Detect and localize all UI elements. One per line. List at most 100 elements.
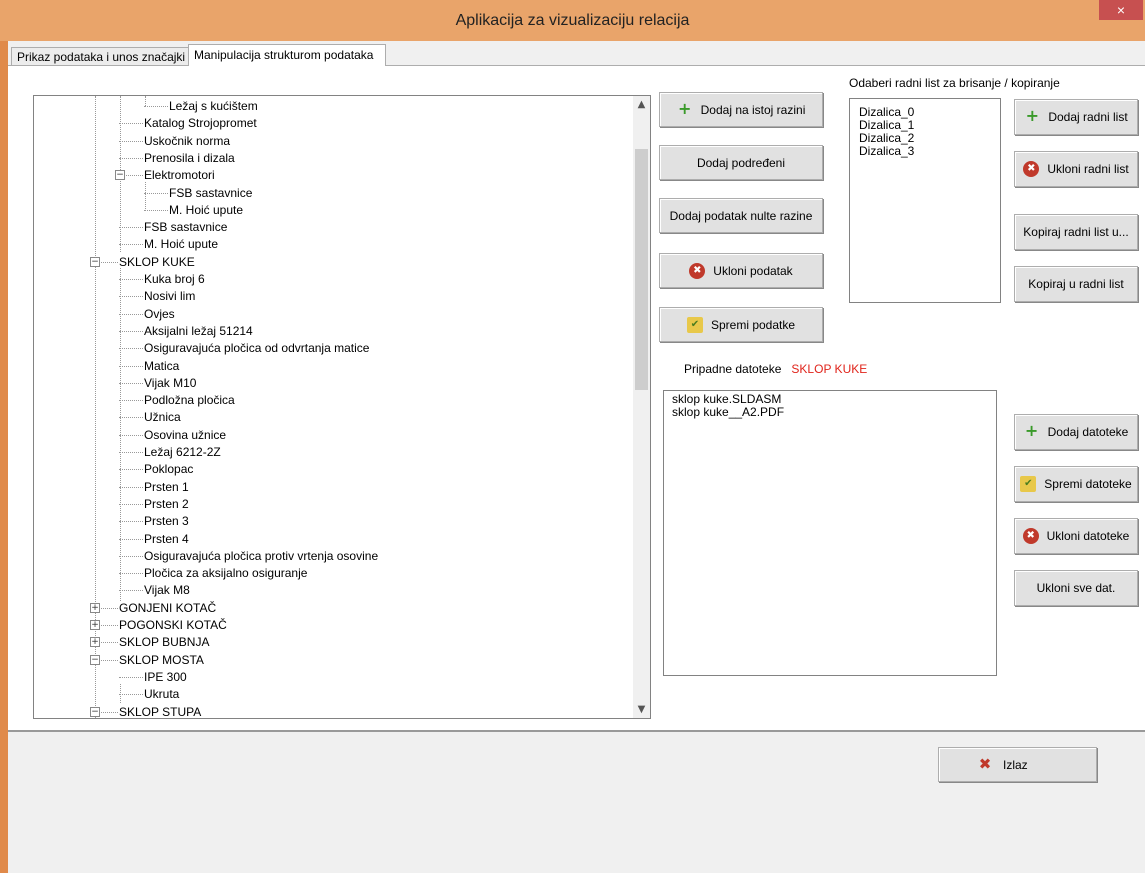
copy-into-worksheet-label: Kopiraj u radni list: [1028, 277, 1124, 291]
file-item[interactable]: sklop kuke__A2.PDF: [664, 406, 996, 419]
tree-node[interactable]: GONJENI KOTAČ: [119, 600, 216, 617]
tree-node[interactable]: Prsten 3: [144, 513, 189, 530]
tree-node[interactable]: Vijak M10: [144, 375, 196, 392]
expand-icon[interactable]: +: [90, 620, 100, 630]
tree-node[interactable]: Aksijalni ležaj 51214: [144, 323, 253, 340]
remove-all-files-button[interactable]: Ukloni sve dat.: [1014, 570, 1138, 606]
collapse-icon[interactable]: −: [90, 654, 100, 665]
tree-node[interactable]: Osovina užnice: [144, 427, 226, 444]
tree-node[interactable]: IPE 300: [144, 669, 187, 686]
tree-node[interactable]: Ležaj 6212-2Z: [144, 444, 221, 461]
tree-node[interactable]: SKLOP BUBNJA: [119, 634, 209, 651]
remove-all-files-label: Ukloni sve dat.: [1036, 581, 1116, 595]
tree-node[interactable]: Prsten 4: [144, 531, 189, 548]
remove-item-button[interactable]: ✖ Ukloni podatak: [659, 253, 823, 288]
tree-node[interactable]: SKLOP STUPA: [119, 704, 201, 719]
tree-branch-line: [119, 590, 143, 592]
tree-branch-line: [119, 573, 143, 575]
save-files-button[interactable]: ✔ Spremi datoteke: [1014, 466, 1138, 502]
tree-node[interactable]: Pločica za aksijalno osiguranje: [144, 565, 307, 582]
tree-branch-line: [119, 140, 143, 142]
expand-icon[interactable]: +: [90, 602, 100, 613]
tree-guide-line: [145, 182, 146, 211]
tab-data-view[interactable]: Prikaz podataka i unos značajki: [11, 47, 189, 67]
tree-node[interactable]: SKLOP MOSTA: [119, 652, 204, 669]
tree-content: Ležaj s kućištem Katalog Strojopromet Usko…: [34, 96, 632, 718]
tree-node[interactable]: SKLOP KUKE: [119, 254, 195, 271]
copy-worksheet-to-label: Kopiraj radni list u...: [1023, 225, 1129, 239]
tree-branch-line: [119, 279, 143, 280]
tree-node[interactable]: Osiguravajuća pločica protiv vrtenja oso…: [144, 548, 378, 565]
remove-icon: ✖: [1023, 161, 1040, 177]
tree-node[interactable]: Nosivi lim: [144, 288, 195, 305]
tree-node[interactable]: Ukruta: [144, 686, 179, 703]
tree-node[interactable]: Podložna pločica: [144, 392, 235, 409]
close-button[interactable]: ×: [1099, 0, 1143, 20]
tree-scrollbar[interactable]: ▲ ▼: [633, 96, 650, 718]
tree-branch-line: [119, 676, 143, 678]
worksheet-item[interactable]: Dizalica_3: [850, 145, 1000, 158]
scroll-down-arrow-icon[interactable]: ▼: [633, 701, 650, 718]
tree-node[interactable]: POGONSKI KOTAČ: [119, 617, 227, 634]
data-tree[interactable]: Ležaj s kućištem Katalog Strojopromet Usko…: [33, 95, 651, 719]
tree-node[interactable]: Matica: [144, 358, 179, 375]
save-items-button[interactable]: ✔ Spremi podatke: [659, 307, 823, 342]
tree-guide-line: [145, 96, 146, 106]
save-files-label: Spremi datoteke: [1044, 477, 1132, 491]
tree-node[interactable]: Ležaj s kućištem: [169, 98, 258, 115]
remove-files-button[interactable]: ✖ Ukloni datoteke: [1014, 518, 1138, 554]
tree-node[interactable]: Uskočnik norma: [144, 133, 230, 150]
copy-into-worksheet-button[interactable]: Kopiraj u radni list: [1014, 266, 1138, 302]
tree-node[interactable]: Elektromotori: [144, 167, 215, 184]
collapse-icon[interactable]: −: [90, 706, 100, 717]
exit-icon: ✖: [978, 754, 992, 773]
tree-node[interactable]: Ovjes: [144, 306, 175, 323]
tree-node[interactable]: M. Hoić upute: [144, 236, 218, 253]
exit-button[interactable]: ✖ Izlaz: [938, 747, 1097, 782]
tree-node[interactable]: FSB sastavnice: [144, 219, 227, 236]
copy-worksheet-to-button[interactable]: Kopiraj radni list u...: [1014, 214, 1138, 250]
tree-node[interactable]: Vijak M8: [144, 582, 190, 599]
tree-node[interactable]: Osiguravajuća pločica od odvrtanja matic…: [144, 340, 369, 357]
add-same-level-button[interactable]: + Dodaj na istoj razini: [659, 92, 823, 127]
tree-node[interactable]: FSB sastavnice: [169, 185, 252, 202]
tree-node[interactable]: Prsten 2: [144, 496, 189, 513]
tree-branch-line: [119, 365, 143, 367]
tree-node[interactable]: Prsten 1: [144, 479, 189, 496]
expand-icon[interactable]: +: [90, 637, 100, 648]
remove-worksheet-label: Ukloni radni list: [1047, 162, 1129, 176]
scroll-thumb[interactable]: [635, 149, 648, 390]
tree-branch-line: [119, 244, 143, 246]
files-list[interactable]: sklop kuke.SLDASM sklop kuke__A2.PDF: [663, 390, 997, 676]
client-area: Prikaz podataka i unos značajki Manipula…: [8, 41, 1145, 873]
add-child-button[interactable]: Dodaj podređeni: [659, 145, 823, 180]
worksheet-list[interactable]: Dizalica_0 Dizalica_1 Dizalica_2 Dizalic…: [849, 98, 1001, 303]
tree-branch-line: [119, 555, 143, 557]
tree-branch-line: [119, 538, 143, 540]
tree-node[interactable]: Užnica: [144, 409, 181, 426]
add-files-button[interactable]: + Dodaj datoteke: [1014, 414, 1138, 450]
plus-icon: +: [677, 98, 692, 118]
tree-node[interactable]: Katalog Strojopromet: [144, 115, 257, 132]
collapse-icon[interactable]: −: [115, 170, 125, 181]
collapse-icon[interactable]: −: [90, 256, 100, 267]
tree-branch-line: [119, 296, 143, 298]
tree-branch-line: [119, 469, 143, 471]
tree-branch-line: [119, 452, 143, 453]
scroll-up-arrow-icon[interactable]: ▲: [633, 96, 650, 113]
remove-worksheet-button[interactable]: ✖ Ukloni radni list: [1014, 151, 1138, 187]
add-worksheet-button[interactable]: + Dodaj radni list: [1014, 99, 1138, 135]
tree-branch-line: [119, 330, 143, 332]
plus-icon: +: [1025, 106, 1040, 125]
title-bar: Aplikacija za vizualizaciju relacija ×: [0, 0, 1145, 41]
tree-node[interactable]: Prenosila i dizala: [144, 150, 235, 167]
add-root-button[interactable]: Dodaj podatak nulte razine: [659, 198, 823, 233]
tab-structure[interactable]: Manipulacija strukturom podataka: [188, 44, 386, 66]
tree-node[interactable]: Kuka broj 6: [144, 271, 205, 288]
tree-branch-line: [144, 209, 168, 211]
tree-node[interactable]: Poklopac: [144, 461, 193, 478]
tree-node[interactable]: M. Hoić upute: [169, 202, 243, 219]
tree-branch-line: [119, 382, 143, 384]
plus-icon: +: [1024, 421, 1039, 440]
worksheet-label: Odaberi radni list za brisanje / kopiran…: [849, 76, 1060, 90]
